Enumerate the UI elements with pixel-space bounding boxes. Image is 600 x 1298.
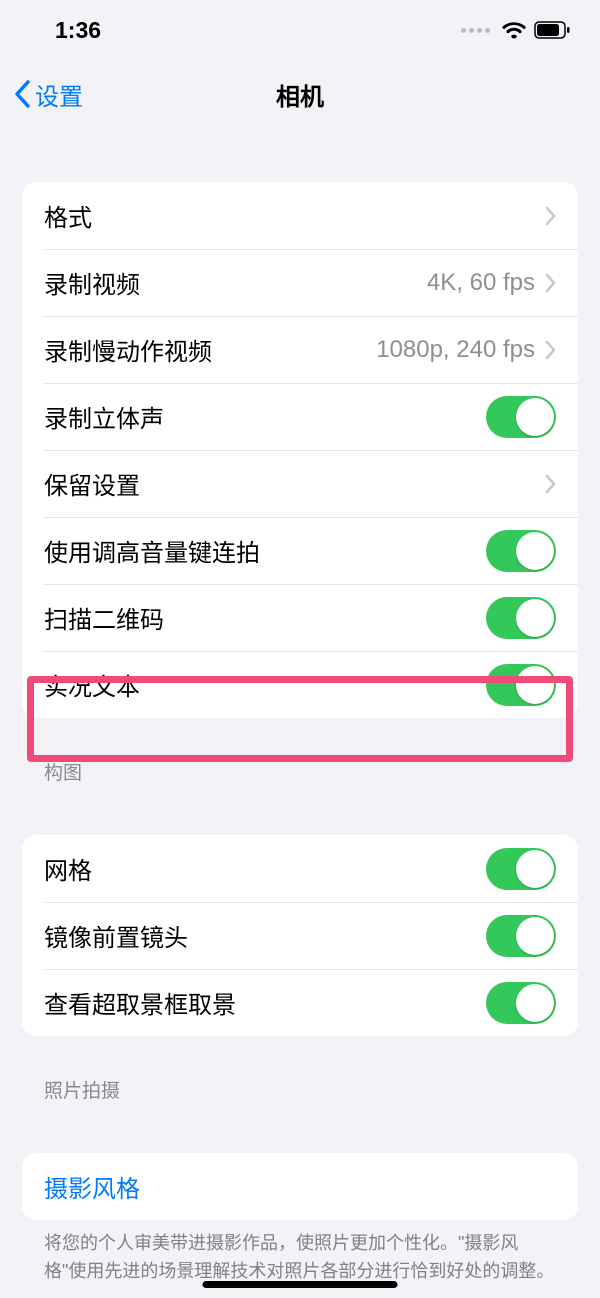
toggle-stereo-sound[interactable]	[486, 396, 556, 438]
row-label: 保留设置	[44, 466, 140, 501]
row-label: 镜像前置镜头	[44, 918, 188, 953]
row-label: 实况文本	[44, 667, 140, 702]
status-bar: 1:36	[0, 0, 600, 60]
row-preserve-settings[interactable]: 保留设置	[22, 450, 578, 517]
row-view-outside-frame: 查看超取景框取景	[22, 969, 578, 1036]
wifi-icon	[502, 21, 526, 39]
settings-group-main: 格式 录制视频 4K, 60 fps 录制慢动作视频 1080p, 240 fp…	[22, 182, 578, 718]
home-indicator[interactable]	[203, 1281, 398, 1288]
settings-group-composition: 网格 镜像前置镜头 查看超取景框取景	[22, 835, 578, 1036]
row-value: 1080p, 240 fps	[376, 336, 535, 364]
toggle-grid[interactable]	[486, 848, 556, 890]
chevron-right-icon	[545, 206, 556, 226]
row-label: 摄影风格	[44, 1169, 140, 1204]
section-footer-photo-capture: 将您的个人审美带进摄影作品，使照片更加个性化。"摄影风格"使用先进的场景理解技术…	[22, 1220, 578, 1286]
row-scan-qr: 扫描二维码	[22, 584, 578, 651]
settings-group-photo-capture: 摄影风格	[22, 1153, 578, 1220]
toggle-volume-burst[interactable]	[486, 530, 556, 572]
row-mirror-front: 镜像前置镜头	[22, 902, 578, 969]
section-header-photo-capture: 照片拍摄	[22, 1076, 578, 1113]
row-volume-burst: 使用调高音量键连拍	[22, 517, 578, 584]
row-record-slomo[interactable]: 录制慢动作视频 1080p, 240 fps	[22, 316, 578, 383]
row-label: 录制慢动作视频	[44, 332, 212, 367]
chevron-right-icon	[545, 273, 556, 293]
row-label: 网格	[44, 851, 92, 886]
section-header-composition: 构图	[22, 758, 578, 795]
toggle-mirror-front[interactable]	[486, 915, 556, 957]
row-live-text: 实况文本	[22, 651, 578, 718]
row-label: 扫描二维码	[44, 600, 164, 635]
toggle-scan-qr[interactable]	[486, 597, 556, 639]
toggle-view-outside-frame[interactable]	[486, 982, 556, 1024]
row-label: 录制视频	[44, 265, 140, 300]
cellular-dots-icon	[461, 28, 490, 33]
row-label: 使用调高音量键连拍	[44, 533, 260, 568]
navigation-bar: 设置 相机	[0, 60, 600, 128]
row-record-video[interactable]: 录制视频 4K, 60 fps	[22, 249, 578, 316]
battery-icon	[534, 21, 570, 39]
row-value: 4K, 60 fps	[427, 269, 535, 297]
chevron-left-icon	[14, 80, 31, 108]
row-photo-style[interactable]: 摄影风格	[22, 1153, 578, 1220]
toggle-live-text[interactable]	[486, 664, 556, 706]
row-grid: 网格	[22, 835, 578, 902]
chevron-right-icon	[545, 340, 556, 360]
row-label: 查看超取景框取景	[44, 985, 236, 1020]
page-title: 相机	[276, 77, 324, 112]
status-right	[461, 21, 570, 39]
status-time: 1:36	[55, 17, 101, 44]
row-label: 格式	[44, 198, 92, 233]
row-stereo-sound: 录制立体声	[22, 383, 578, 450]
chevron-right-icon	[545, 474, 556, 494]
back-label: 设置	[35, 77, 83, 112]
row-formats[interactable]: 格式	[22, 182, 578, 249]
row-label: 录制立体声	[44, 399, 164, 434]
back-button[interactable]: 设置	[14, 77, 83, 112]
